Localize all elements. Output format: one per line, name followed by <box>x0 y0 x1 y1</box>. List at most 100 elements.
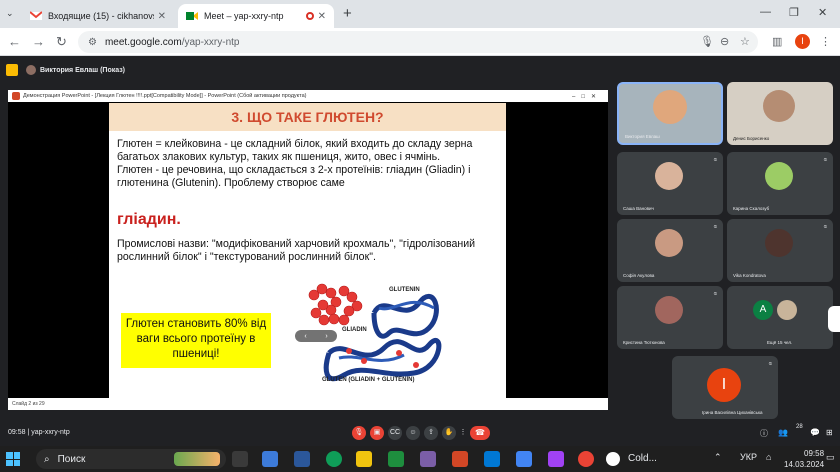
participant-tile[interactable]: Денис Борисенко <box>727 82 833 145</box>
participant-tile[interactable]: ⦸ Софія Акулова <box>617 219 723 282</box>
participant-name: Ещё 15 чел. <box>767 340 793 345</box>
reload-icon[interactable]: ↻ <box>56 34 67 50</box>
participant-tile[interactable]: ⦸ Саша Ванович <box>617 152 723 215</box>
search-label: Поиск <box>57 453 86 465</box>
windows-taskbar: ⌕ Поиск Cold... ⌃ УКР ⌂ 09:58 14.03.2024… <box>0 446 840 472</box>
back-icon[interactable]: ← <box>8 34 21 49</box>
participant-tile[interactable]: ⦸ Кристина Тютюнова <box>617 286 723 349</box>
slide: 3. ЩО ТАКЕ ГЛЮТЕН? Глютен = клейковина -… <box>109 103 506 403</box>
avatar <box>655 229 683 257</box>
activities-icon[interactable]: ⊞ <box>826 428 833 437</box>
avatar <box>765 162 793 190</box>
close-window-icon[interactable]: ✕ <box>818 6 827 19</box>
info-icon[interactable]: ⓘ <box>760 428 768 439</box>
prev-slide-icon[interactable]: ‹ <box>304 333 306 340</box>
profile-avatar[interactable]: I <box>795 34 810 49</box>
site-info-icon[interactable]: ⚙ <box>88 37 97 48</box>
next-slide-icon[interactable]: › <box>325 333 327 340</box>
avatar <box>26 65 36 75</box>
present-button[interactable]: ⇪ <box>424 426 438 440</box>
telegram-icon[interactable] <box>484 451 500 467</box>
app-icon[interactable] <box>420 451 436 467</box>
menu-dots-icon[interactable]: ⋮ <box>820 35 831 48</box>
url-host: meet.google.com <box>104 36 182 48</box>
bookmark-star-icon[interactable]: ☆ <box>740 35 750 48</box>
gmail-icon <box>30 11 42 20</box>
tab-meet[interactable]: Meet – yap-xxry-ntp ✕ <box>178 4 334 28</box>
highlight-box: Глютен становить 80% від ваги всього про… <box>121 313 271 368</box>
tray-chevron-icon[interactable]: ⌃ <box>714 452 722 463</box>
taskbar-search[interactable]: ⌕ Поиск <box>36 449 226 469</box>
slide-para1: Глютен = клейковина - це складний білок,… <box>117 138 473 163</box>
mic-icon[interactable]: 🎙 <box>700 35 714 48</box>
participant-tile[interactable]: Виктория Евлаш <box>617 82 723 145</box>
notification-icon[interactable]: ▭ <box>826 452 835 463</box>
participant-tile[interactable]: ⦸ Vika Kondratova <box>727 219 833 282</box>
tab-title: Входящие (15) - cikhanovskaja... <box>48 11 154 21</box>
side-panel-toggle[interactable] <box>828 306 840 332</box>
tab-search-icon[interactable]: ⌄ <box>6 8 14 19</box>
clock-time: 09:58 <box>804 449 825 458</box>
close-icon[interactable]: ✕ <box>158 11 166 22</box>
powerpoint-icon <box>12 92 20 100</box>
presenter-chip[interactable]: Виктория Евлаш (Показ) <box>26 64 125 76</box>
address-bar[interactable]: ⚙ meet.google.com/yap-xxry-ntp <box>78 31 758 53</box>
chrome-icon[interactable] <box>578 451 594 467</box>
search-highlight-image <box>174 452 220 466</box>
zoom-icon[interactable]: ⊖ <box>720 35 729 48</box>
gluten-label: GLUTEN (GLIADIN + GLUTENIN) <box>322 377 415 383</box>
participant-video <box>763 90 795 122</box>
close-icon[interactable]: ✕ <box>318 11 326 22</box>
ppt-status-bar: Слайд 2 из 29 <box>8 398 608 410</box>
network-icon[interactable]: ⌂ <box>766 452 771 462</box>
task-view-icon[interactable] <box>232 451 248 467</box>
search-icon: ⌕ <box>44 453 50 465</box>
word-icon[interactable] <box>294 451 310 467</box>
participant-tile[interactable]: ⦸ I Ірина Василівна Циханівська <box>672 356 778 419</box>
minimize-icon[interactable]: — <box>760 6 771 18</box>
mic-toggle-button[interactable]: 🎙 <box>352 426 366 440</box>
forward-icon[interactable]: → <box>32 34 45 49</box>
glutenin-label: GLUTENIN <box>389 287 420 293</box>
language-indicator[interactable]: УКР <box>740 452 757 462</box>
people-icon[interactable]: 👥 <box>778 428 788 437</box>
meeting-code: yap-xxry-ntp <box>31 429 70 436</box>
ppt-title-bar: Демонстрация PowerPoint - [Лекция Глютен… <box>8 90 608 102</box>
viber-icon[interactable] <box>548 451 564 467</box>
slide-para2: Глютен - це речовина, що складається з 2… <box>117 164 471 189</box>
participant-tile[interactable]: ⦸ Карина Скалозуб <box>727 152 833 215</box>
camera-toggle-button[interactable]: ▣ <box>370 426 384 440</box>
weather-icon[interactable] <box>606 452 620 466</box>
raise-hand-button[interactable]: ✋ <box>442 426 456 440</box>
app-icon[interactable] <box>388 451 404 467</box>
end-call-button[interactable]: ☎ <box>470 426 490 440</box>
mic-off-icon: ⦸ <box>713 157 717 163</box>
tab-title: Meet – yap-xxry-ntp <box>204 11 284 21</box>
participant-name: Кристина Тютюнова <box>623 340 665 345</box>
meet-control-bar: 09:58 | yap-xxry-ntp 🎙 ▣ CC ☺ ⇪ ✋ ⋮ ☎ ⓘ … <box>0 420 840 446</box>
participant-tile-group[interactable]: A Ещё 15 чел. <box>727 286 833 349</box>
new-tab-button[interactable]: + <box>343 5 352 22</box>
slide-emphasis: гліадин. <box>117 211 181 228</box>
restore-icon[interactable]: ❐ <box>789 6 799 19</box>
folder-icon[interactable] <box>356 451 372 467</box>
file-explorer-icon[interactable] <box>262 451 278 467</box>
sidebar-icon[interactable]: ▥ <box>772 35 782 48</box>
reactions-button[interactable]: ☺ <box>406 426 420 440</box>
powerpoint-taskbar-icon[interactable] <box>452 451 468 467</box>
slide-pager[interactable]: ‹ › <box>295 330 337 342</box>
clock-date: 14.03.2024 <box>784 460 825 469</box>
windows-start-icon[interactable] <box>6 452 20 466</box>
more-options-button[interactable]: ⋮ <box>456 426 470 440</box>
meet-logo-icon <box>6 64 18 76</box>
captions-button[interactable]: CC <box>388 426 402 440</box>
mic-off-icon: ⦸ <box>713 224 717 230</box>
chat-icon[interactable]: 💬 <box>810 428 820 437</box>
weather-label[interactable]: Cold... <box>628 453 657 464</box>
recording-icon <box>305 12 314 20</box>
tab-gmail[interactable]: Входящие (15) - cikhanovskaja... ✕ <box>22 4 174 28</box>
mic-off-icon: ⦸ <box>768 361 772 367</box>
system-clock[interactable]: 09:58 14.03.2024 <box>784 448 824 470</box>
edge-icon[interactable] <box>326 451 342 467</box>
app-icon[interactable] <box>516 451 532 467</box>
